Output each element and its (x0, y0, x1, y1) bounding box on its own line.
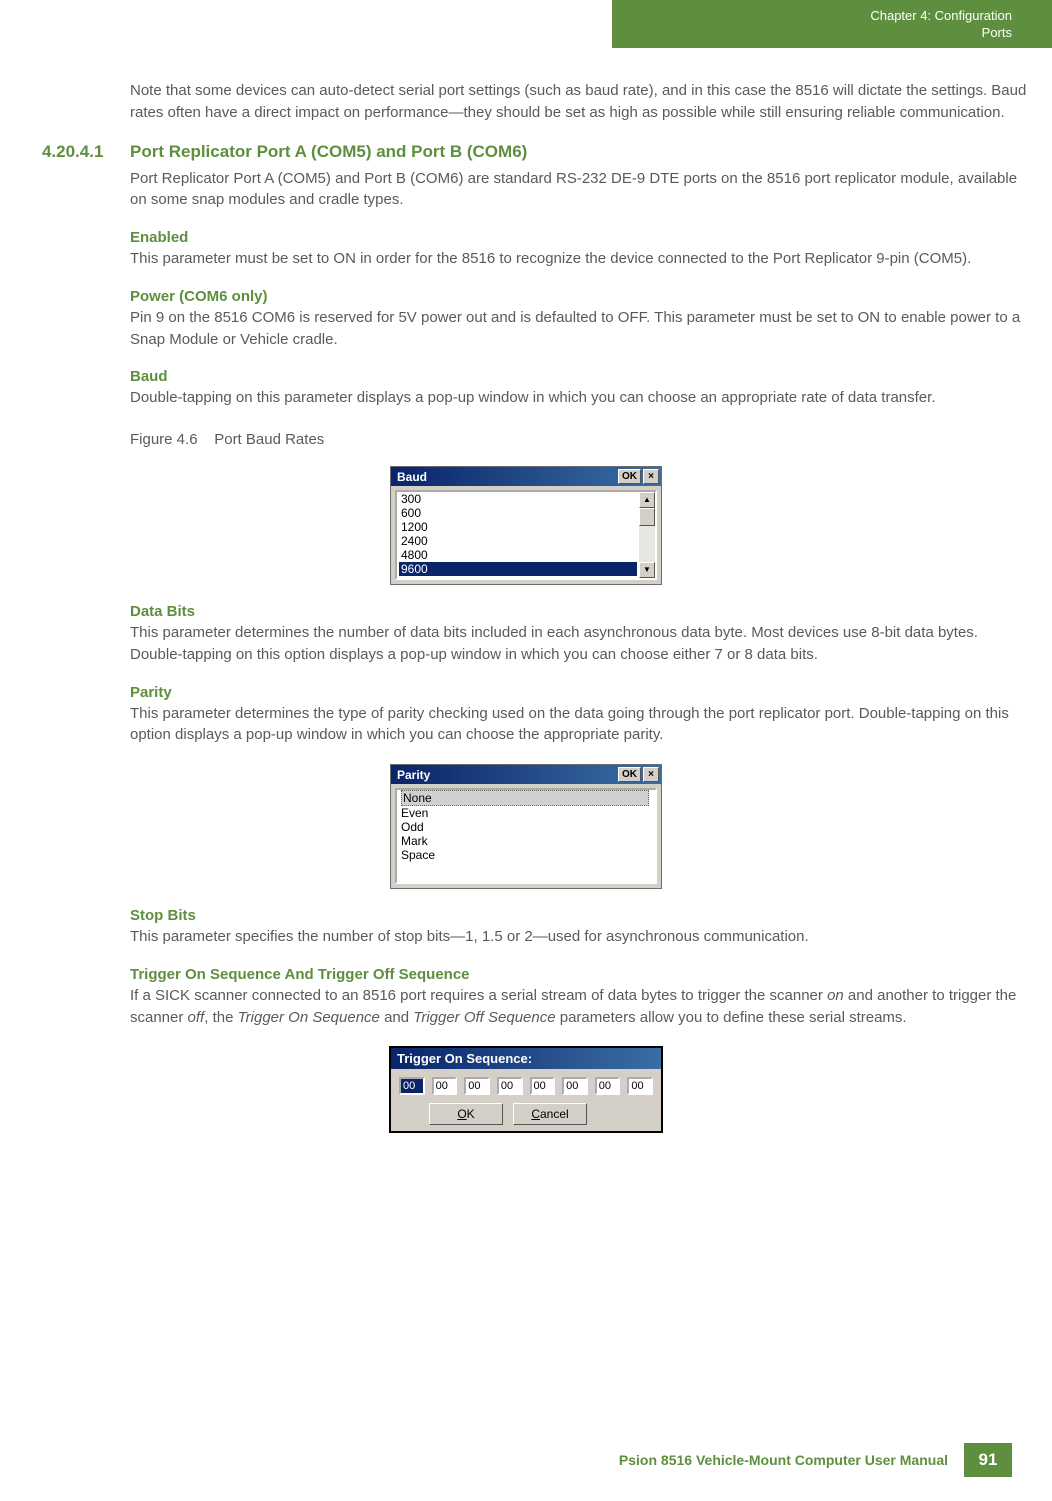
parity-item-even[interactable]: Even (399, 806, 653, 820)
baud-heading: Baud (130, 368, 1012, 385)
baud-para: Double-tapping on this parameter display… (130, 387, 1030, 409)
section-title: Port Replicator Port A (COM5) and Port B… (130, 142, 527, 162)
enabled-para: This parameter must be set to ON in orde… (130, 248, 1030, 270)
header-section: Ports (612, 25, 1012, 42)
trigger-ok-button[interactable]: OK (429, 1103, 503, 1125)
baud-scrollbar[interactable]: ▲ ▼ (639, 492, 655, 578)
databits-para: This parameter determines the number of … (130, 622, 1030, 666)
baud-listbox[interactable]: 300 600 1200 2400 4800 9600 (397, 492, 639, 578)
baud-ok-button[interactable]: OK (618, 469, 641, 484)
footer-manual-title: Psion 8516 Vehicle-Mount Computer User M… (619, 1452, 948, 1468)
page-number: 91 (964, 1443, 1012, 1477)
hex-cell-1[interactable]: 00 (432, 1077, 458, 1095)
close-icon[interactable]: × (643, 469, 659, 484)
baud-dialog: Baud OK × 300 600 1200 2400 4800 9600 ▲ (390, 466, 662, 585)
hex-cell-0[interactable]: 00 (399, 1077, 425, 1095)
hex-cell-4[interactable]: 00 (530, 1077, 556, 1095)
databits-heading: Data Bits (130, 603, 1012, 620)
parity-titlebar: Parity OK × (391, 765, 661, 784)
parity-title: Parity (397, 768, 618, 782)
scroll-down-icon[interactable]: ▼ (639, 562, 655, 578)
page-footer: Psion 8516 Vehicle-Mount Computer User M… (619, 1443, 1012, 1477)
baud-item-1200[interactable]: 1200 (399, 520, 637, 534)
trigger-cancel-button[interactable]: Cancel (513, 1103, 587, 1125)
hex-cell-7[interactable]: 00 (627, 1077, 653, 1095)
section-intro: Port Replicator Port A (COM5) and Port B… (130, 168, 1030, 212)
close-icon[interactable]: × (643, 767, 659, 782)
trigger-title: Trigger On Sequence: (391, 1048, 661, 1069)
power-para: Pin 9 on the 8516 COM6 is reserved for 5… (130, 307, 1030, 351)
parity-dialog: Parity OK × None Even Odd Mark Space (390, 764, 662, 889)
hex-cell-5[interactable]: 00 (562, 1077, 588, 1095)
scroll-thumb[interactable] (639, 508, 655, 526)
header-chapter: Chapter 4: Configuration (612, 8, 1012, 25)
parity-para: This parameter determines the type of pa… (130, 703, 1030, 747)
baud-title: Baud (397, 470, 618, 484)
trigger-heading: Trigger On Sequence And Trigger Off Sequ… (130, 966, 1012, 983)
baud-item-600[interactable]: 600 (399, 506, 637, 520)
baud-titlebar: Baud OK × (391, 467, 661, 486)
parity-heading: Parity (130, 684, 1012, 701)
parity-item-odd[interactable]: Odd (399, 820, 653, 834)
figure-caption: Figure 4.6 Port Baud Rates (130, 431, 1012, 448)
trigger-para: If a SICK scanner connected to an 8516 p… (130, 985, 1030, 1029)
hex-row: 00 00 00 00 00 00 00 00 (397, 1077, 655, 1095)
scroll-track[interactable] (639, 508, 655, 562)
trigger-dialog: Trigger On Sequence: 00 00 00 00 00 00 0… (389, 1046, 663, 1133)
hex-cell-2[interactable]: 00 (464, 1077, 490, 1095)
parity-item-none[interactable]: None (399, 790, 653, 806)
baud-item-9600[interactable]: 9600 (399, 562, 637, 576)
baud-item-300[interactable]: 300 (399, 492, 637, 506)
figure-title: Port Baud Rates (214, 431, 324, 448)
parity-item-mark[interactable]: Mark (399, 834, 653, 848)
scroll-up-icon[interactable]: ▲ (639, 492, 655, 508)
figure-number: Figure 4.6 (130, 431, 198, 448)
enabled-heading: Enabled (130, 229, 1012, 246)
page-header: Chapter 4: Configuration Ports (612, 0, 1052, 48)
baud-item-4800[interactable]: 4800 (399, 548, 637, 562)
parity-ok-button[interactable]: OK (618, 767, 641, 782)
power-heading: Power (COM6 only) (130, 288, 1012, 305)
section-number: 4.20.4.1 (40, 142, 130, 162)
hex-cell-6[interactable]: 00 (595, 1077, 621, 1095)
stopbits-para: This parameter specifies the number of s… (130, 926, 1030, 948)
stopbits-heading: Stop Bits (130, 907, 1012, 924)
intro-paragraph: Note that some devices can auto-detect s… (130, 80, 1030, 124)
baud-item-2400[interactable]: 2400 (399, 534, 637, 548)
parity-listbox[interactable]: None Even Odd Mark Space (397, 790, 655, 882)
hex-cell-3[interactable]: 00 (497, 1077, 523, 1095)
parity-item-space[interactable]: Space (399, 848, 653, 862)
